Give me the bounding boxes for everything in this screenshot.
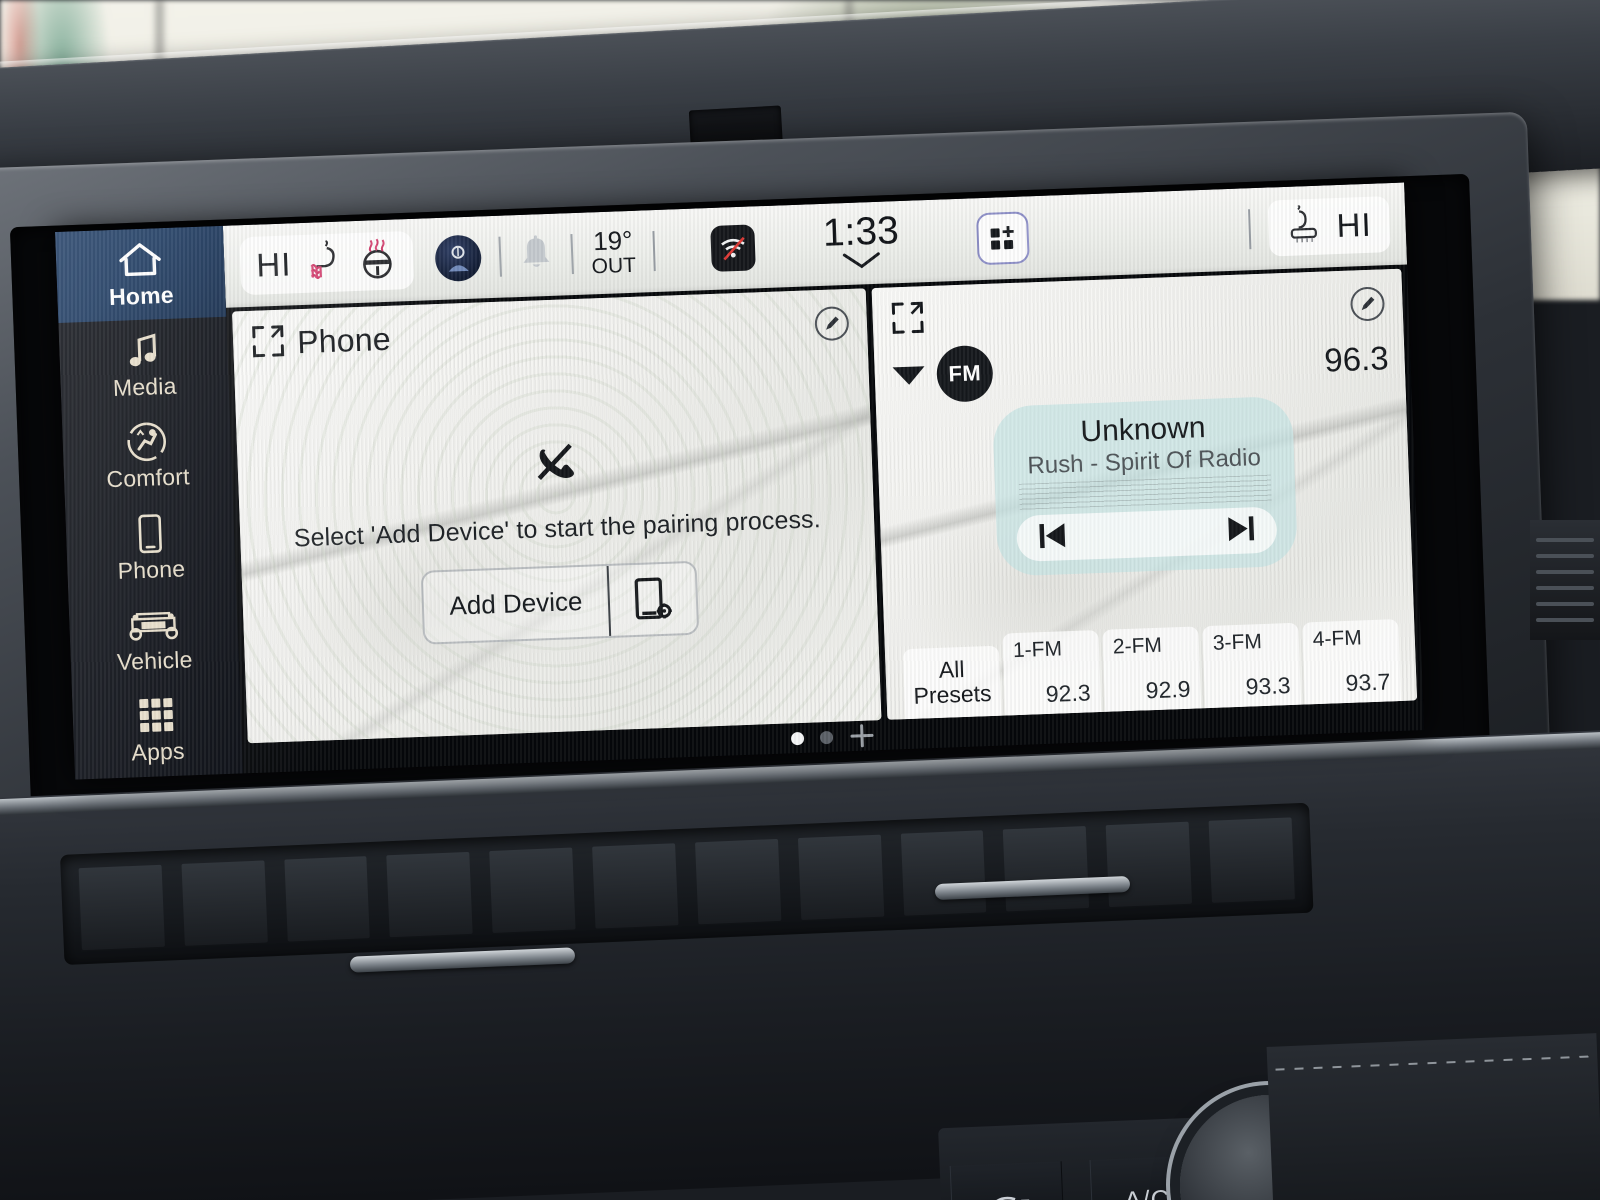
phone-settings-icon[interactable] xyxy=(606,562,698,636)
next-track-icon[interactable] xyxy=(1224,511,1259,551)
passenger-seat-icon[interactable] xyxy=(1286,204,1322,250)
preset-frequency: 92.9 xyxy=(1145,675,1191,704)
all-presets-line1: All xyxy=(938,655,965,683)
sidebar-item-label: Home xyxy=(108,281,175,310)
preset-frequency: 93.7 xyxy=(1345,668,1391,697)
page-dot[interactable] xyxy=(819,730,834,744)
comfort-seat-icon xyxy=(124,421,169,463)
main-navigation-sidebar: Home Media Comfort Phone Vehicle Apps xyxy=(55,225,243,780)
ac-button-label: A/C xyxy=(1123,1183,1172,1200)
add-device-button[interactable]: Add Device xyxy=(420,560,700,645)
sidebar-item-label: Media xyxy=(112,372,178,401)
band-chip[interactable]: FM xyxy=(935,344,994,403)
transport-controls xyxy=(1016,506,1278,562)
page-dot-active[interactable] xyxy=(790,731,805,745)
all-presets-button[interactable]: All Presets xyxy=(902,645,1002,720)
driver-profile-icon[interactable] xyxy=(434,234,483,283)
sidebar-item-home[interactable]: Home xyxy=(55,225,227,324)
status-divider xyxy=(570,234,574,275)
preset-frequency: 92.3 xyxy=(1045,679,1092,707)
status-divider xyxy=(652,231,657,272)
outside-temperature: 19° OUT xyxy=(590,225,637,278)
sidebar-item-comfort[interactable]: Comfort xyxy=(62,408,233,505)
preset-name: 3-FM xyxy=(1212,630,1263,655)
now-playing-card: Unknown Rush - Spirit Of Radio xyxy=(992,395,1299,577)
previous-track-icon[interactable] xyxy=(1034,518,1069,558)
outside-temp-label: OUT xyxy=(591,253,637,278)
infotainment-screen: Home Media Comfort Phone Vehicle Apps HI… xyxy=(55,182,1425,780)
sidebar-item-vehicle[interactable]: Vehicle xyxy=(68,591,239,688)
frequency-display: 96.3 xyxy=(1323,339,1390,379)
defrost-icon xyxy=(986,1196,1032,1200)
clock-widget[interactable]: 1:33 xyxy=(822,208,900,275)
defrost-button[interactable] xyxy=(949,1161,1065,1200)
expand-icon[interactable] xyxy=(890,300,925,340)
preset-button[interactable]: 4-FM 93.7 xyxy=(1302,619,1402,705)
status-divider xyxy=(498,236,502,277)
edit-pencil-icon[interactable] xyxy=(1349,285,1386,322)
track-texture-lines xyxy=(1018,474,1272,510)
upholstery-panel xyxy=(1266,1033,1600,1200)
radio-band-row: FM 96.3 xyxy=(892,330,1390,404)
side-vent xyxy=(1530,520,1600,640)
preset-button[interactable]: 2-FM 92.9 xyxy=(1102,626,1202,712)
music-note-icon xyxy=(123,330,164,371)
bell-icon[interactable] xyxy=(518,233,554,277)
phone-device-icon xyxy=(135,513,164,554)
wifi-off-icon[interactable] xyxy=(710,224,757,272)
passenger-temp-value: HI xyxy=(1335,205,1373,245)
preset-button[interactable]: 1-FM 92.3 xyxy=(1002,630,1102,716)
heated-steering-wheel-icon[interactable] xyxy=(356,236,398,286)
radio-body: FM 96.3 Unknown Rush - Spirit Of Radio A… xyxy=(874,322,1418,720)
sidebar-item-phone[interactable]: Phone xyxy=(65,500,236,597)
passenger-climate-pill[interactable]: HI xyxy=(1267,196,1391,257)
screen-main-column: HI 19° OUT 1:33 HI Phone Select 'Add Dev… xyxy=(222,182,1425,774)
apps-grid-icon xyxy=(135,695,178,737)
status-divider xyxy=(1247,209,1252,250)
status-spacer xyxy=(1029,230,1231,237)
add-widget-icon[interactable] xyxy=(976,211,1031,266)
sidebar-item-label: Comfort xyxy=(106,463,191,493)
expand-icon[interactable] xyxy=(251,324,286,364)
sidebar-item-label: Apps xyxy=(131,737,186,766)
home-widget-area: Phone Select 'Add Device' to start the p… xyxy=(225,264,1424,744)
phone-disconnected-icon xyxy=(528,434,582,493)
pairing-instruction-text: Select 'Add Device' to start the pairing… xyxy=(293,504,822,552)
driver-temp-value: HI xyxy=(255,245,293,284)
all-presets-line2: Presets xyxy=(913,680,992,709)
heated-seat-icon[interactable] xyxy=(304,239,344,287)
edit-pencil-icon[interactable] xyxy=(814,305,850,341)
sidebar-item-media[interactable]: Media xyxy=(58,317,229,414)
phone-card-title: Phone xyxy=(296,320,392,361)
radio-widget-card[interactable]: FM 96.3 Unknown Rush - Spirit Of Radio A… xyxy=(871,268,1418,720)
chevron-down-icon[interactable] xyxy=(839,250,886,275)
sidebar-item-label: Phone xyxy=(117,555,186,584)
preset-button[interactable]: 3-FM 93.3 xyxy=(1202,622,1302,709)
vehicle-jeep-icon xyxy=(124,604,183,646)
radio-card-content: FM 96.3 Unknown Rush - Spirit Of Radio A… xyxy=(872,269,1417,720)
add-device-label: Add Device xyxy=(448,585,583,621)
preset-name: 2-FM xyxy=(1112,633,1163,659)
outside-temp-value: 19° xyxy=(592,225,634,257)
band-label: FM xyxy=(948,360,982,387)
sidebar-item-apps[interactable]: Apps xyxy=(72,682,243,779)
clock-time: 1:33 xyxy=(822,208,900,255)
phone-pairing-body: Select 'Add Device' to start the pairing… xyxy=(234,341,881,743)
phone-card-content: Phone Select 'Add Device' to start the p… xyxy=(232,288,881,743)
caret-down-icon[interactable] xyxy=(892,366,926,386)
phone-widget-card[interactable]: Phone Select 'Add Device' to start the p… xyxy=(232,288,882,744)
preset-name: 4-FM xyxy=(1312,626,1363,652)
plus-icon[interactable] xyxy=(849,722,876,749)
preset-name: 1-FM xyxy=(1012,637,1063,663)
preset-frequency: 93.3 xyxy=(1245,672,1291,700)
sidebar-item-label: Vehicle xyxy=(116,646,194,675)
driver-climate-pill[interactable]: HI xyxy=(239,230,415,296)
home-icon xyxy=(115,239,164,281)
